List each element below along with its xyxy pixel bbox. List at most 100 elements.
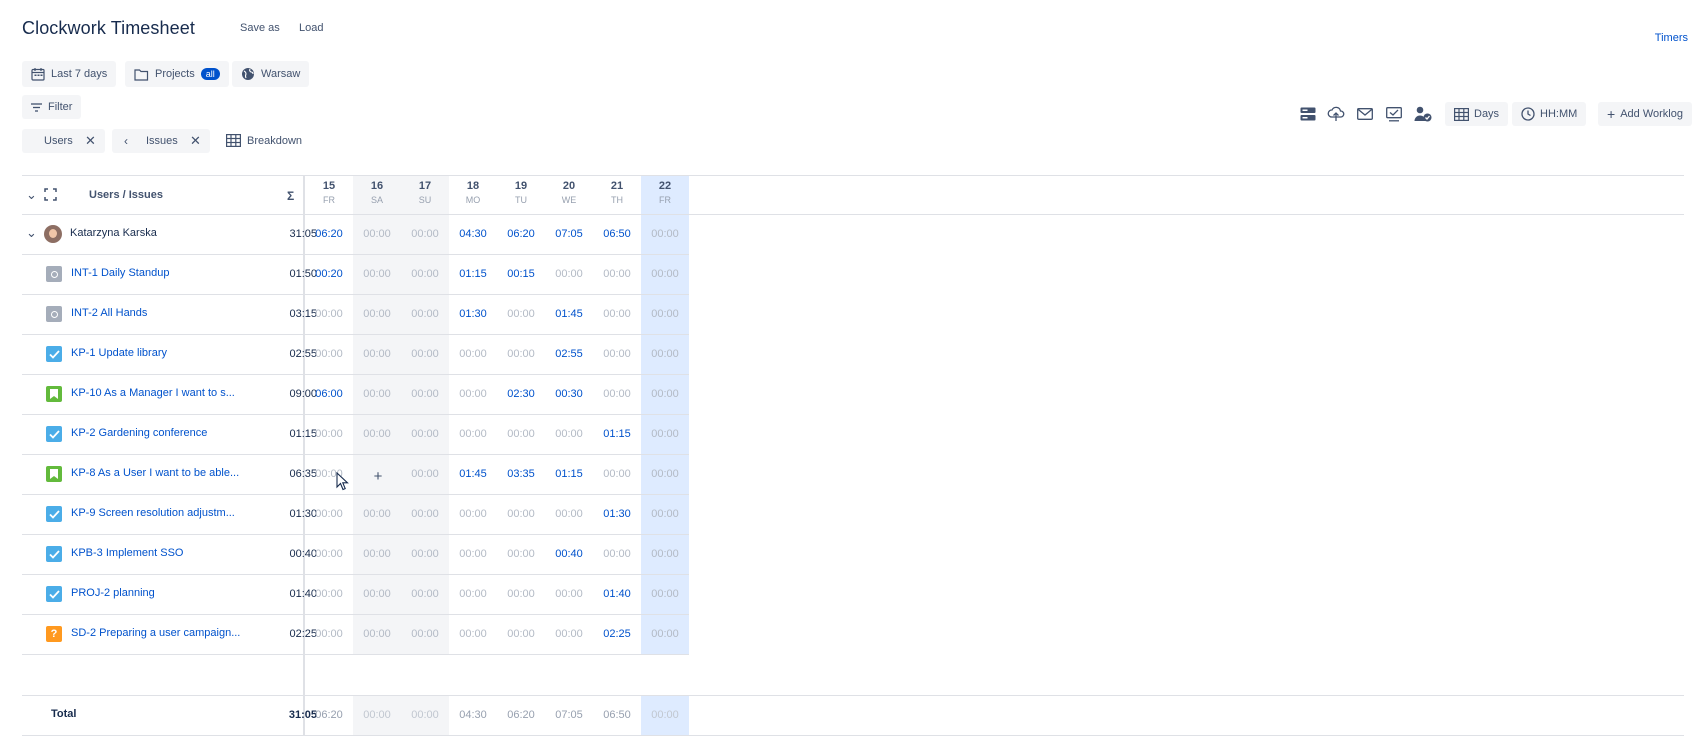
user-row[interactable]: ⌄ Katarzyna Karska 31:05 06:20 00:00 00:00 04:… [22,214,689,254]
remove-issues-group-icon[interactable]: ✕ [190,133,201,149]
day-cell[interactable]: 00:00 [353,294,401,334]
day-cell[interactable]: 00:00 [641,374,689,414]
fullscreen-icon[interactable] [44,188,57,206]
day-cell[interactable]: 04:30 [449,214,497,254]
day-cell[interactable]: 06:20 [497,214,545,254]
issue-link[interactable]: KP-8 As a User I want to be able... [71,467,239,479]
days-view-button[interactable]: Days [1445,102,1509,126]
day-cell[interactable]: 00:00 [497,414,545,454]
day-cell[interactable]: 00:00 [497,494,545,534]
issue-link[interactable]: KP-9 Screen resolution adjustm... [71,507,235,519]
day-cell[interactable]: 00:00 [593,374,641,414]
day-cell[interactable]: 01:40 [593,574,641,614]
day-cell[interactable]: 00:00 [545,254,593,294]
collapse-all-icon[interactable]: ⌄ [26,187,37,203]
day-cell[interactable]: 00:00 [497,614,545,654]
day-cell[interactable]: 00:00 [305,334,353,374]
issue-link[interactable]: INT-2 All Hands [71,307,147,319]
issue-link[interactable]: KP-10 As a Manager I want to s... [71,387,235,399]
report-icon[interactable] [1382,102,1406,126]
day-cell[interactable]: 00:00 [497,334,545,374]
day-cell[interactable]: 00:00 [401,534,449,574]
day-cell[interactable]: 03:35 [497,454,545,494]
day-cell[interactable]: 01:45 [545,294,593,334]
day-cell[interactable]: 00:00 [449,334,497,374]
day-cell[interactable]: 00:00 [545,494,593,534]
user-check-icon[interactable] [1411,102,1435,126]
day-cell[interactable]: 00:20 [305,254,353,294]
timezone-button[interactable]: Warsaw [232,61,310,87]
day-cell[interactable]: 02:55 [545,334,593,374]
day-cell[interactable]: 00:00 [401,334,449,374]
day-cell[interactable]: 00:00 [497,294,545,334]
issue-link[interactable]: SD-2 Preparing a user campaign... [71,627,240,639]
day-cell[interactable]: 00:00 [641,254,689,294]
day-cell[interactable]: 00:00 [305,614,353,654]
load-button[interactable]: Load [299,22,323,34]
save-as-button[interactable]: Save as [240,22,280,34]
server-icon[interactable] [1296,102,1320,126]
cloud-upload-icon[interactable] [1324,102,1348,126]
day-cell[interactable]: 01:15 [545,454,593,494]
timers-link[interactable]: Timers [1655,32,1688,44]
add-worklog-cell-button[interactable]: + [369,467,387,485]
day-cell[interactable]: 00:00 [641,614,689,654]
day-cell[interactable]: 00:00 [593,334,641,374]
day-cell[interactable]: 00:30 [545,374,593,414]
day-cell[interactable]: 00:00 [545,414,593,454]
day-cell[interactable]: 00:00 [305,534,353,574]
day-cell[interactable]: 00:00 [353,254,401,294]
day-cell[interactable]: 02:25 [593,614,641,654]
day-cell[interactable]: 00:40 [545,534,593,574]
day-cell[interactable]: 00:00 [401,214,449,254]
period-filter-button[interactable]: Last 7 days [22,61,117,87]
issue-link[interactable]: KP-2 Gardening conference [71,427,207,439]
day-cell[interactable]: 00:00 [449,414,497,454]
day-cell[interactable]: 00:00 [401,374,449,414]
issue-link[interactable]: KPB-3 Implement SSO [71,547,184,559]
mail-icon[interactable] [1353,102,1377,126]
day-cell[interactable]: 00:00 [305,414,353,454]
group-users-chip[interactable]: Users ✕ [22,129,105,153]
day-cell[interactable]: 00:00 [593,534,641,574]
day-cell[interactable]: 00:00 [353,494,401,534]
day-cell[interactable]: 00:00 [641,414,689,454]
day-cell[interactable]: 06:50 [593,214,641,254]
collapse-user-icon[interactable]: ⌄ [26,225,37,241]
day-cell[interactable]: 00:00 [497,574,545,614]
day-cell[interactable]: 00:00 [353,614,401,654]
day-cell[interactable]: 00:00 [353,334,401,374]
day-cell[interactable]: 00:00 [593,294,641,334]
day-cell[interactable]: 00:00 [641,214,689,254]
issue-link[interactable]: PROJ-2 planning [71,587,155,599]
day-cell[interactable]: 00:00 [593,454,641,494]
day-cell[interactable]: 00:00 [449,374,497,414]
day-cell[interactable]: 00:00 [641,534,689,574]
day-cell[interactable]: 00:00 [401,454,449,494]
day-cell[interactable]: 00:00 [641,454,689,494]
day-cell[interactable]: 00:00 [305,494,353,534]
filter-button[interactable]: Filter [22,95,82,119]
group-issues-chip[interactable]: ‹ Issues ✕ [112,129,210,153]
day-cell[interactable]: 00:00 [545,614,593,654]
day-cell[interactable]: 01:30 [449,294,497,334]
day-cell[interactable]: 00:00 [353,214,401,254]
day-cell[interactable]: 01:15 [449,254,497,294]
day-cell[interactable]: 01:30 [593,494,641,534]
day-cell[interactable]: 01:45 [449,454,497,494]
day-cell[interactable]: 00:00 [353,374,401,414]
day-cell[interactable]: 00:00 [593,254,641,294]
day-cell[interactable]: 00:00 [305,574,353,614]
day-cell[interactable]: 02:30 [497,374,545,414]
day-cell[interactable]: 00:00 [449,494,497,534]
time-format-button[interactable]: HH:MM [1512,102,1587,126]
day-cell[interactable]: 06:20 [305,214,353,254]
day-cell[interactable]: 00:00 [401,414,449,454]
day-cell[interactable]: 00:00 [641,494,689,534]
day-cell[interactable]: 00:00 [353,534,401,574]
day-cell[interactable]: 00:00 [401,254,449,294]
remove-users-group-icon[interactable]: ✕ [85,133,96,149]
day-cell[interactable]: 00:00 [401,574,449,614]
day-cell[interactable]: 00:00 [401,494,449,534]
day-cell[interactable]: 07:05 [545,214,593,254]
